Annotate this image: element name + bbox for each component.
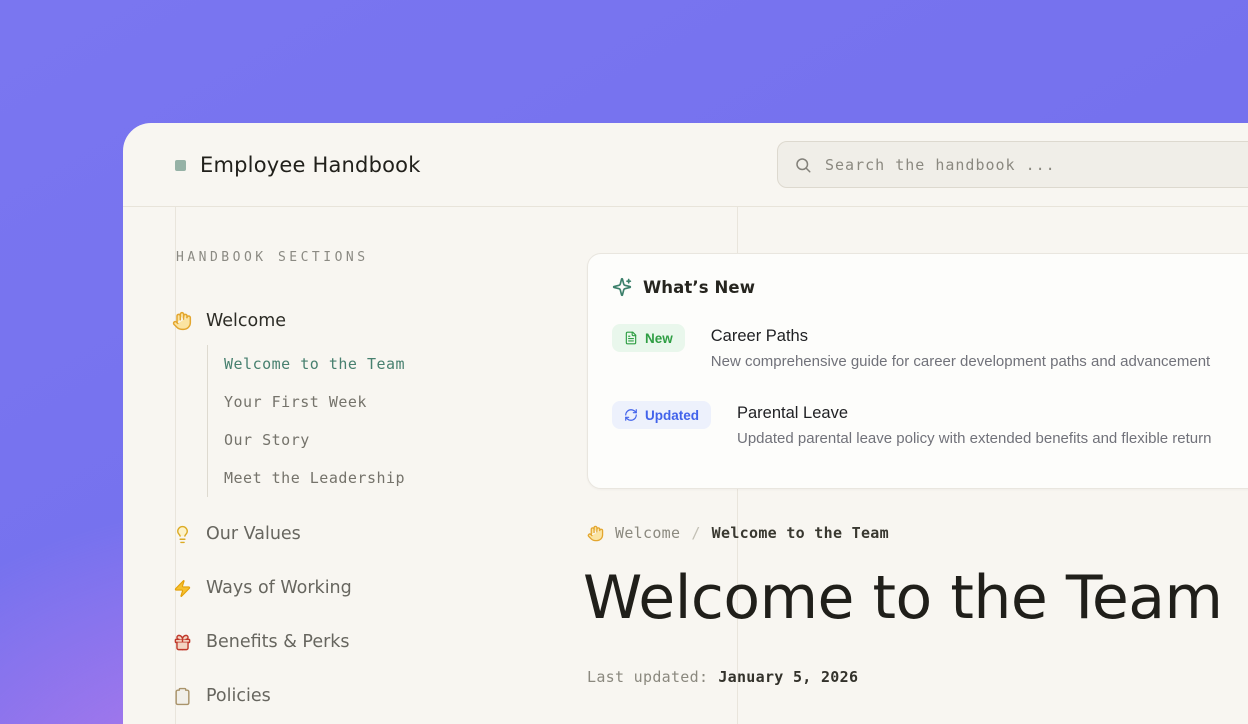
status-badge-updated: Updated <box>612 401 711 429</box>
app-window: Employee Handbook HANDBOOK SECTIONS Welc… <box>123 123 1248 724</box>
search-box[interactable] <box>777 141 1248 188</box>
whats-new-item[interactable]: New Career Paths New comprehensive guide… <box>612 324 1248 370</box>
last-updated: Last updated: January 5, 2026 <box>587 668 858 686</box>
sidebar-section-label: Policies <box>206 686 271 706</box>
whats-new-item-description: New comprehensive guide for career devel… <box>711 353 1210 370</box>
breadcrumb-section[interactable]: Welcome <box>615 524 680 542</box>
wave-icon <box>172 311 192 331</box>
badge-label: New <box>645 331 673 346</box>
sparkles-icon <box>612 277 632 297</box>
whats-new-item-title[interactable]: Career Paths <box>711 327 1210 346</box>
last-updated-label: Last updated: <box>587 668 708 686</box>
sidebar-section-our-values[interactable]: Our Values <box>172 520 301 548</box>
search-icon <box>794 156 812 174</box>
sidebar-section-label: Welcome <box>206 311 286 331</box>
breadcrumb: Welcome / Welcome to the Team <box>587 524 889 542</box>
breadcrumb-page: Welcome to the Team <box>712 524 889 542</box>
sidebar-subitem-your-first-week[interactable]: Your First Week <box>208 383 527 421</box>
brand: Employee Handbook <box>175 123 421 207</box>
logo-mark <box>175 160 186 171</box>
sidebar-section-label: Our Values <box>206 524 301 544</box>
lightbulb-icon <box>172 524 192 544</box>
sidebar-subitem-our-story[interactable]: Our Story <box>208 421 527 459</box>
whats-new-header: What’s New <box>612 277 1248 297</box>
clipboard-icon <box>172 686 192 706</box>
sidebar-heading: HANDBOOK SECTIONS <box>176 250 369 265</box>
zap-icon <box>172 578 192 598</box>
last-updated-value: January 5, 2026 <box>718 668 858 686</box>
whats-new-item-body: Parental Leave Updated parental leave po… <box>737 401 1211 447</box>
sidebar-section-label: Ways of Working <box>206 578 352 598</box>
app-title: Employee Handbook <box>200 153 421 177</box>
whats-new-title: What’s New <box>643 278 755 297</box>
badge-label: Updated <box>645 408 699 423</box>
whats-new-item-title[interactable]: Parental Leave <box>737 404 1211 423</box>
whats-new-item[interactable]: Updated Parental Leave Updated parental … <box>612 401 1248 447</box>
search-input[interactable] <box>825 156 1248 174</box>
app-header: Employee Handbook <box>123 123 1248 207</box>
whats-new-item-body: Career Paths New comprehensive guide for… <box>711 324 1210 370</box>
sidebar-section-label: Benefits & Perks <box>206 632 350 652</box>
gift-icon <box>172 632 192 652</box>
sidebar-section-benefits-perks[interactable]: Benefits & Perks <box>172 628 350 656</box>
sidebar-subitem-meet-the-leadership[interactable]: Meet the Leadership <box>208 459 527 497</box>
status-badge-new: New <box>612 324 685 352</box>
sidebar-subnav: Welcome to the Team Your First Week Our … <box>207 345 527 497</box>
whats-new-card: What’s New New Career Paths New comprehe… <box>587 253 1248 489</box>
file-text-icon <box>624 331 638 345</box>
whats-new-item-description: Updated parental leave policy with exten… <box>737 430 1211 447</box>
sidebar-section-welcome[interactable]: Welcome <box>172 307 286 335</box>
sidebar-subitem-welcome-to-the-team[interactable]: Welcome to the Team <box>208 345 527 383</box>
sidebar-section-ways-of-working[interactable]: Ways of Working <box>172 574 352 602</box>
breadcrumb-separator: / <box>691 524 700 542</box>
page-title: Welcome to the Team <box>583 563 1222 633</box>
refresh-icon <box>624 408 638 422</box>
sidebar-section-policies[interactable]: Policies <box>172 682 271 710</box>
wave-icon <box>587 525 604 542</box>
